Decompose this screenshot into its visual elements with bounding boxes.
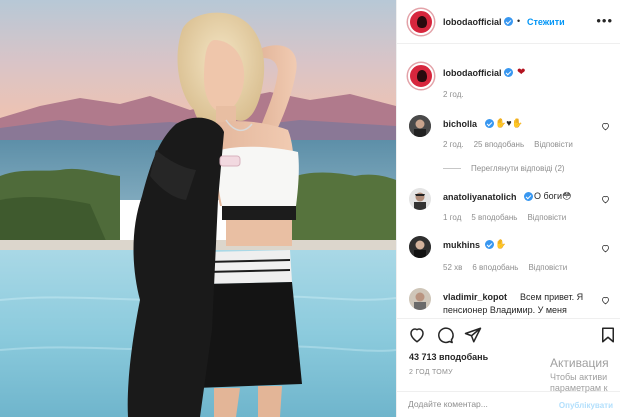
view-replies-button[interactable]: Переглянути відповіді (2): [443, 164, 565, 173]
comment-meta: 2 год. 25 вподобань Відповісти: [443, 140, 583, 149]
dot-separator: •: [517, 16, 521, 26]
watermark-line-1: Активация: [550, 356, 609, 370]
heart-icon[interactable]: [601, 296, 610, 305]
caption-username-text[interactable]: lobodaofficial: [443, 68, 502, 78]
add-comment-bar: Опублікувати: [397, 391, 620, 417]
comment-likes[interactable]: 5 вподобань: [471, 213, 517, 222]
post-author-username[interactable]: lobodaofficial: [443, 17, 513, 27]
replies-divider: [443, 168, 461, 170]
comment-text-continued: пенсионер Владимир. У меня: [443, 305, 567, 315]
heart-icon[interactable]: [408, 326, 426, 344]
comment-likes[interactable]: 25 вподобань: [474, 140, 525, 149]
comment-text: ✋♥✋: [495, 118, 523, 128]
comment-avatar[interactable]: [409, 188, 431, 210]
post-photo[interactable]: [0, 0, 396, 417]
comment-username[interactable]: bicholla: [443, 119, 477, 129]
likes-count[interactable]: 43 713 вподобань: [409, 352, 488, 362]
comment-time: 2 год.: [443, 140, 464, 149]
avatar-photo-icon: [409, 188, 431, 210]
post-timestamp[interactable]: 2 ГОД ТОМУ: [409, 369, 453, 376]
comment-likes[interactable]: 6 вподобань: [472, 263, 518, 272]
comment-time: 52 хв: [443, 263, 463, 272]
avatar[interactable]: [408, 9, 434, 35]
comment-username[interactable]: vladimir_kopot: [443, 292, 507, 302]
caption-time: 2 год.: [443, 90, 464, 99]
verified-badge-icon: [503, 17, 513, 26]
follow-button[interactable]: Стежити: [527, 17, 565, 27]
verified-badge-icon: [485, 119, 494, 128]
post-header: lobodaofficial • Стежити •••: [397, 0, 620, 44]
comment-avatar[interactable]: [409, 115, 431, 137]
verified-badge-icon: [524, 192, 533, 201]
reply-button[interactable]: Відповісти: [528, 263, 567, 272]
comment-input[interactable]: [408, 399, 558, 409]
watermark-line-2: Чтобы активи: [550, 372, 608, 382]
reply-button[interactable]: Відповісти: [527, 213, 566, 222]
avatar-photo-icon: [409, 288, 431, 310]
avatar-photo-icon: [409, 115, 431, 137]
comment-avatar[interactable]: [409, 288, 431, 310]
verified-badge-icon: [503, 68, 513, 77]
heart-icon[interactable]: [601, 244, 610, 253]
heart-icon[interactable]: [601, 195, 610, 204]
post-side-panel: lobodaofficial • Стежити ••• lobodaoffic…: [396, 0, 620, 417]
comment-meta: 1 год 5 вподобань Відповісти: [443, 213, 576, 222]
more-horizontal-icon[interactable]: •••: [596, 14, 613, 27]
reply-button[interactable]: Відповісти: [534, 140, 573, 149]
bookmark-icon[interactable]: [599, 326, 617, 344]
comment-text: О боги😳: [534, 191, 572, 201]
comment-meta: 52 хв 6 вподобань Відповісти: [443, 263, 577, 272]
windows-activation-watermark: Активация Чтобы активи параметрам к: [550, 356, 609, 393]
comment-username[interactable]: anatoliyanatolich: [443, 192, 517, 202]
view-replies-label[interactable]: Переглянути відповіді (2): [471, 164, 565, 173]
heart-icon[interactable]: [601, 122, 610, 131]
post-author-name[interactable]: lobodaofficial: [443, 17, 502, 27]
share-icon[interactable]: [464, 326, 482, 344]
caption-text: ❤: [517, 67, 526, 78]
caption-avatar[interactable]: [408, 63, 434, 89]
verified-badge-icon: [485, 240, 494, 249]
watermark-line-3: параметрам к: [550, 383, 608, 393]
comment-time: 1 год: [443, 213, 462, 222]
caption-username[interactable]: lobodaofficial: [443, 68, 513, 78]
comment-icon[interactable]: [436, 326, 454, 344]
comment-text: Всем привет. Я: [520, 292, 584, 302]
comment-username[interactable]: mukhins: [443, 240, 480, 250]
comment-avatar[interactable]: [409, 236, 431, 258]
publish-button[interactable]: Опублікувати: [559, 401, 613, 410]
comment-text: ✋: [495, 239, 507, 249]
avatar-photo-icon: [409, 236, 431, 258]
